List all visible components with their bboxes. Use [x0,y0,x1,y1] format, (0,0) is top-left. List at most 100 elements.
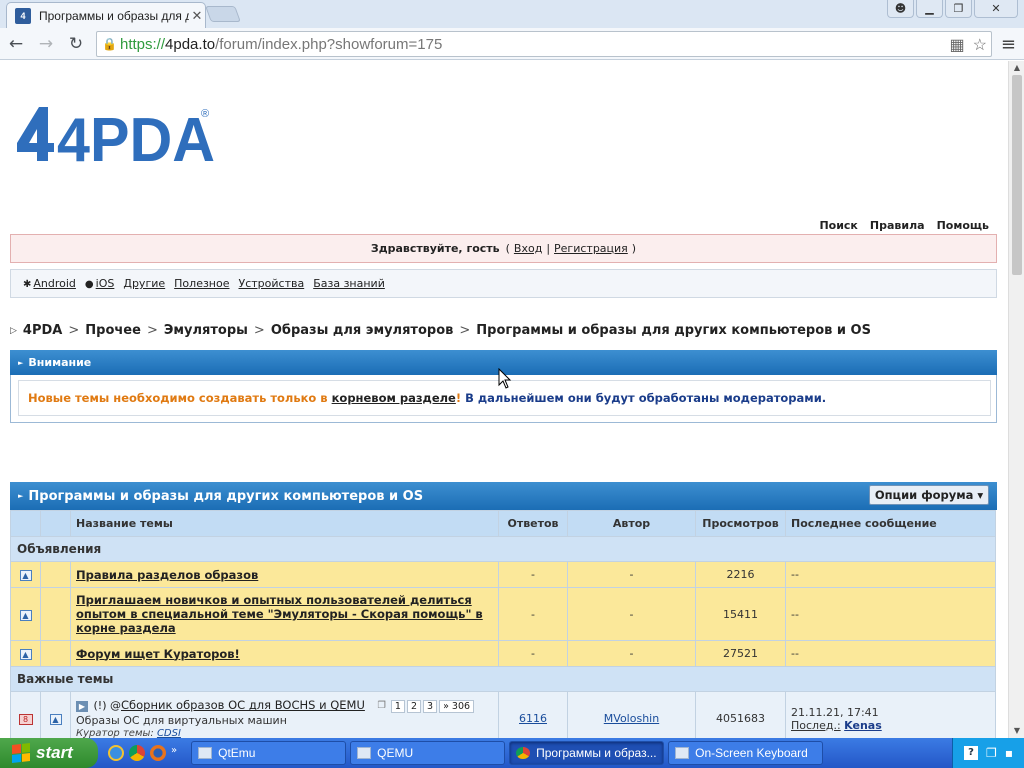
table-row: ▲ Приглашаем новичков и опытных пользова… [10,587,996,641]
translate-icon[interactable]: ▦ [950,35,965,55]
last-post-link[interactable]: Послед.: [791,719,841,732]
nav-android[interactable]: Android [33,277,76,290]
nav-ios[interactable]: iOS [96,277,115,290]
attention-note: В дальнейшем они будут обработаны модера… [465,391,827,405]
forward-arrow-icon[interactable]: → [32,30,60,58]
internet-explorer-icon[interactable] [108,745,124,761]
replies-link[interactable]: 6116 [519,712,547,725]
pinned-topic-icon: ▲ [19,649,32,660]
browser-tab[interactable]: 4 Программы и образы для д ✕ [6,2,206,28]
breadcrumb-item[interactable]: Эмуляторы [164,323,248,338]
collapse-triangle-icon[interactable]: ► [18,492,23,500]
restore-button[interactable]: ❐ [945,0,972,18]
window-controls: ☻ ▁ ❐ ✕ [887,0,1018,18]
quick-launch-expand-icon[interactable]: » [171,745,177,761]
firefox-icon[interactable] [150,745,166,761]
vertical-scrollbar[interactable]: ▲ ▼ [1008,61,1024,738]
search-link[interactable]: Поиск [819,219,857,232]
window-icon [357,747,372,759]
task-onscreen-keyboard[interactable]: On-Screen Keyboard [668,741,824,765]
url-path: /forum/index.php?showforum=175 [215,35,443,53]
new-tab-button[interactable] [205,6,241,22]
minimize-button[interactable]: ▁ [916,0,943,18]
register-link[interactable]: Регистрация [554,242,628,255]
windows-flag-icon [12,743,30,763]
expand-topic-icon[interactable]: ▶ [76,700,88,712]
user-profile-icon[interactable]: ☻ [887,0,914,18]
col-topic[interactable]: Название темы [70,510,499,537]
last-author-link[interactable]: Kenas [844,719,882,732]
scrollbar-thumb[interactable] [1012,75,1022,275]
rules-link[interactable]: Правила [870,219,925,232]
pages-icon: ❐ [377,699,386,711]
page-link[interactable]: 3 [423,699,438,713]
login-link[interactable]: Вход [514,242,542,255]
author-link[interactable]: MVoloshin [604,712,659,725]
close-tab-icon[interactable]: ✕ [189,8,205,24]
logo-wordmark: 4PDA [57,106,215,165]
topic-link[interactable]: Форум ищет Кураторов! [76,647,240,661]
keyboard-icon [675,747,690,759]
breadcrumb-item-current[interactable]: Программы и образы для других компьютеро… [476,323,871,338]
page-link-last[interactable]: » 306 [439,699,475,713]
address-bar[interactable]: 🔒 https:// 4pda.to /forum/index.php?show… [96,31,992,57]
back-arrow-icon[interactable]: ← [2,30,30,58]
col-last-post[interactable]: Последнее сообщение [785,510,996,537]
section-row: Объявления [10,536,996,562]
android-icon: ✱ [23,279,32,290]
topic-link[interactable]: Сборник образов ОС для BOCHS и QEMU [121,698,365,712]
scroll-up-icon[interactable]: ▲ [1009,61,1024,75]
table-row: 8 ▲ ▶ (!) @Сборник образов ОС для BOCHS … [10,691,996,738]
help-link[interactable]: Помощь [937,219,989,232]
platform-nav: ✱ Android ● iOS Другие Полезное Устройства… [10,269,997,298]
page-link[interactable]: 2 [406,699,422,713]
col-views[interactable]: Просмотров [695,510,786,537]
reload-icon[interactable]: ↻ [62,30,90,58]
pinned-topic-icon: ▲ [19,570,32,581]
show-desktop-icon[interactable]: ▪ [1005,746,1013,760]
topic-link[interactable]: Правила разделов образов [76,568,258,582]
nav-devices[interactable]: Устройства [239,277,305,290]
start-button[interactable]: start [0,738,98,768]
nav-knowledge-base[interactable]: База знаний [313,277,385,290]
forum-options-button[interactable]: Опции форума ▾ [869,485,989,505]
browser-menu-icon[interactable]: ≡ [1001,34,1016,55]
task-browser[interactable]: Программы и образ... [509,741,665,765]
bookmark-star-icon[interactable]: ☆ [973,35,987,55]
collapse-triangle-icon[interactable]: ► [18,359,23,367]
topic-pagination: ❐ 1 2 3 » 306 [374,699,475,713]
task-qtemu[interactable]: QtEmu [191,741,347,765]
top-links: Поиск Правила Помощь [819,219,989,232]
curator-link[interactable]: CDSI [157,728,181,738]
breadcrumb-item[interactable]: Прочее [85,323,141,338]
scroll-down-icon[interactable]: ▼ [1009,724,1024,738]
nav-useful[interactable]: Полезное [174,277,229,290]
taskbar: start » QtEmu QEMU Программы и образ... … [0,738,1024,768]
section-row: Важные темы [10,666,996,692]
window-icon [198,747,213,759]
task-qemu[interactable]: QEMU [350,741,506,765]
page-link[interactable]: 1 [390,699,405,713]
site-logo[interactable]: 4PDA ® [17,105,217,175]
breadcrumb-item[interactable]: 4PDA [23,323,62,338]
nav-other[interactable]: Другие [123,277,165,290]
hot-topic-icon: 8 [18,714,33,725]
breadcrumb: ▷ 4PDA > Прочее > Эмуляторы > Образы для… [10,323,871,338]
col-replies[interactable]: Ответов [498,510,568,537]
url-scheme: https:// [120,35,166,53]
help-icon[interactable]: ? [964,746,979,760]
table-row: ▲ Правила разделов образов - - 2216 -- [10,561,996,588]
registered-mark-icon: ® [201,108,209,120]
topic-link[interactable]: Приглашаем новичков и опытных пользовате… [76,593,483,635]
root-section-link[interactable]: корневом разделе [332,391,456,405]
breadcrumb-item[interactable]: Образы для эмуляторов [271,323,454,338]
page-viewport: 4PDA ® Поиск Правила Помощь Здравствуйте… [0,61,1008,738]
welcome-text: Здравствуйте, гость [370,242,500,255]
forum-title: Программы и образы для других компьютеро… [28,488,424,504]
col-author[interactable]: Автор [567,510,696,537]
restore-tray-icon[interactable]: ❐ [986,746,997,760]
topic-curator: Куратор темы: CDSI [76,727,181,738]
close-window-button[interactable]: ✕ [974,0,1018,18]
chrome-icon[interactable] [129,745,145,761]
forum-header: ► Программы и образы для других компьюте… [10,482,997,510]
